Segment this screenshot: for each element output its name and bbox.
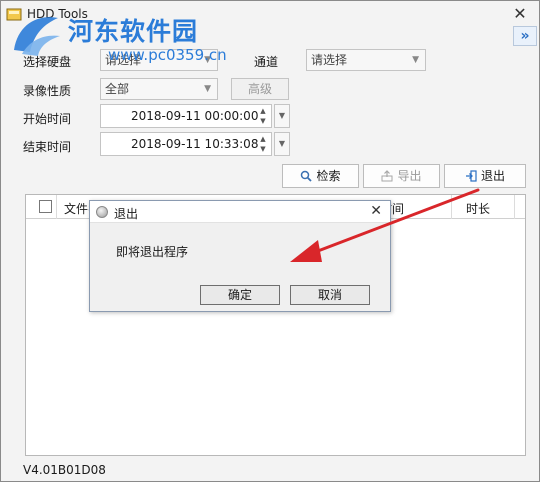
version-text: V4.01B01D08 [23,463,106,477]
disk-select[interactable]: 请选择 ▼ [100,49,218,71]
channel-select[interactable]: 请选择 ▼ [306,49,426,71]
app-icon [6,8,22,21]
channel-select-placeholder: 请选择 [311,53,348,67]
spin-arrows-icon[interactable]: ▲ ▼ [258,106,268,126]
start-time-label: 开始时间 [23,112,72,126]
window-title: HDD Tools [27,7,88,21]
chevron-down-icon: ▼ [204,55,211,65]
dialog-ok-button[interactable]: 确定 [200,285,280,305]
dialog-cancel-button[interactable]: 取消 [290,285,370,305]
export-button[interactable]: 导出 [363,164,440,188]
dialog-app-icon [96,206,108,218]
window-close-button[interactable]: ✕ [507,4,533,24]
search-icon [301,170,313,182]
advanced-button[interactable]: 高级 [231,78,289,100]
exit-button-label: 退出 [480,169,505,183]
export-icon [381,170,393,182]
disk-label: 选择硬盘 [23,55,72,69]
expand-panel-button[interactable]: » [513,26,537,46]
channel-label: 通道 [254,55,279,69]
chevron-down-icon: ▼ [204,84,211,94]
column-duration[interactable]: 时长 [466,200,490,217]
column-separator [56,195,57,219]
end-time-value: 2018-09-11 10:33:08 [131,137,259,151]
column-separator [451,195,452,219]
chevron-down-icon: ▼ [412,55,419,65]
start-time-value: 2018-09-11 00:00:00 [131,109,259,123]
exit-button[interactable]: 退出 [444,164,526,188]
record-type-select[interactable]: 全部 ▼ [100,78,218,100]
dialog-title-bar: 退出 ✕ [90,201,390,223]
select-all-checkbox[interactable] [39,200,52,213]
end-time-dropdown-button[interactable]: ▼ [274,132,290,156]
exit-icon [465,170,477,182]
record-type-label: 录像性质 [23,84,72,98]
end-time-input[interactable]: 2018-09-11 10:33:08 ▲ ▼ [100,132,272,156]
dialog-title: 退出 [114,207,139,221]
dialog-close-icon[interactable]: ✕ [370,203,382,219]
title-bar: HDD Tools ✕ [1,1,539,27]
export-button-label: 导出 [397,169,422,183]
exit-dialog: 退出 ✕ 即将退出程序 确定 取消 [89,200,391,312]
spin-arrows-icon[interactable]: ▲ ▼ [258,134,268,154]
dialog-message: 即将退出程序 [116,245,189,259]
start-time-input[interactable]: 2018-09-11 00:00:00 ▲ ▼ [100,104,272,128]
search-button-label: 检索 [316,169,341,183]
search-button[interactable]: 检索 [282,164,359,188]
end-time-label: 结束时间 [23,140,72,154]
start-time-dropdown-button[interactable]: ▼ [274,104,290,128]
record-type-value: 全部 [105,82,130,96]
column-separator [514,195,515,219]
disk-select-value: 请选择 [105,53,142,67]
